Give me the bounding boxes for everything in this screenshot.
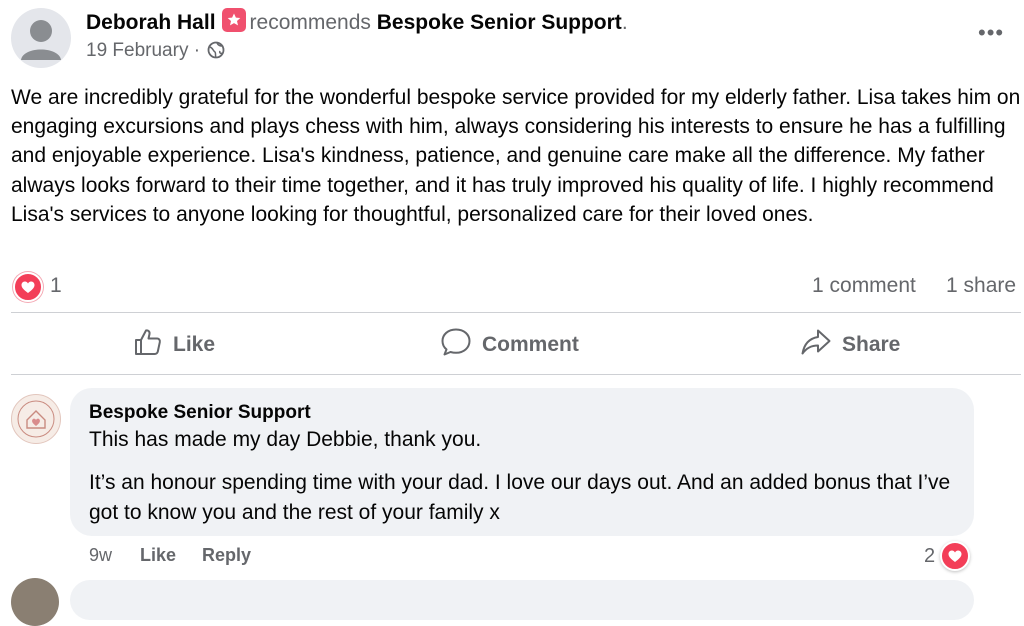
post-header: Deborah Hall recommends Bespoke Senior Su…: [86, 8, 628, 35]
shares-count-link[interactable]: 1 share: [946, 274, 1016, 298]
more-options-icon[interactable]: •••: [978, 20, 1004, 46]
comment-reply-button[interactable]: Reply: [202, 545, 251, 566]
like-label: Like: [173, 333, 216, 356]
comment-like-button[interactable]: Like: [140, 545, 176, 566]
post-meta: 19 February ·: [86, 40, 225, 65]
post-date[interactable]: 19 February: [86, 40, 188, 61]
globe-icon: [207, 41, 225, 65]
recommend-icon: [221, 8, 246, 32]
brand-logo-icon: [17, 400, 55, 438]
recommends-text: recommends: [249, 11, 371, 34]
page-name-link[interactable]: Bespoke Senior Support: [377, 11, 622, 34]
thumbs-up-icon: [133, 327, 163, 363]
share-arrow-icon: [800, 327, 832, 363]
comment-reaction-count[interactable]: 2: [924, 545, 935, 568]
comment-text-paragraph: It’s an honour spending time with your d…: [89, 471, 951, 524]
comment-age[interactable]: 9w: [89, 545, 112, 566]
comment-bubble-icon: [440, 327, 472, 363]
next-comment-bubble: [70, 580, 974, 620]
share-label: Share: [842, 333, 901, 356]
author-name[interactable]: Deborah Hall: [86, 11, 216, 34]
comment-label: Comment: [482, 333, 579, 356]
date-separator: ·: [193, 40, 201, 61]
default-avatar-icon: [21, 20, 61, 60]
like-button[interactable]: Like: [133, 327, 216, 363]
commenter-avatar[interactable]: [11, 394, 61, 444]
comment-author[interactable]: Bespoke Senior Support: [89, 402, 311, 424]
share-button[interactable]: Share: [800, 327, 901, 363]
page-name-suffix: .: [621, 11, 628, 34]
comments-count-link[interactable]: 1 comment: [812, 274, 916, 298]
next-commenter-avatar[interactable]: [11, 578, 59, 626]
post-body: We are incredibly grateful for the wonde…: [11, 86, 1021, 226]
comment-heart-reaction-icon[interactable]: [940, 541, 970, 571]
comment-text-line: This has made my day Debbie, thank you.: [89, 428, 482, 451]
divider-bottom: [11, 374, 1021, 375]
heart-reaction-icon[interactable]: [13, 272, 43, 302]
comment-button[interactable]: Comment: [440, 327, 579, 363]
author-avatar[interactable]: [11, 8, 71, 68]
reaction-count[interactable]: 1: [50, 274, 62, 298]
divider-top: [11, 312, 1021, 313]
